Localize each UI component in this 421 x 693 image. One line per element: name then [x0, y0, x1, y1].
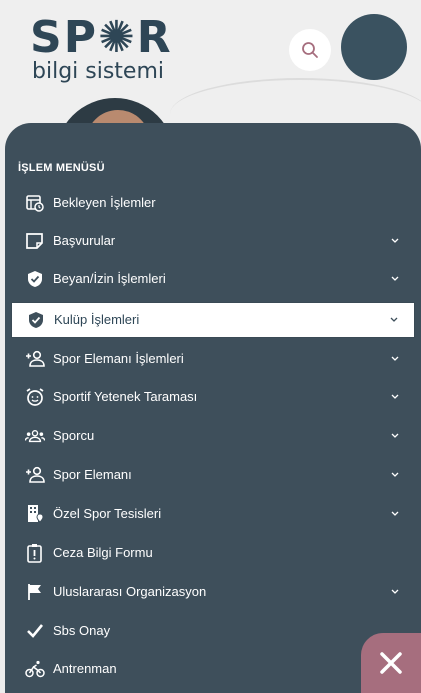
- menu-item-label: Kulüp İşlemleri: [54, 312, 140, 327]
- user-plus-icon: [25, 349, 45, 369]
- menu-item-label: Beyan/İzin İşlemleri: [53, 271, 166, 286]
- menu-item-spor-elemani[interactable]: Spor Elemanı: [5, 456, 421, 494]
- close-icon: [380, 652, 402, 674]
- menu-item-ozel-spor-tesisleri[interactable]: Özel Spor Tesisleri: [5, 495, 421, 533]
- calendar-clock-icon: [25, 193, 45, 213]
- chevron-down-icon: [391, 589, 399, 594]
- menu-item-uluslararasi-organizasyon[interactable]: Uluslararası Organizasyon: [5, 573, 421, 611]
- menu-item-ceza-bilgi-formu[interactable]: Ceza Bilgi Formu: [5, 534, 421, 572]
- side-menu: İŞLEM MENÜSÜ Bekleyen İşlemler Başvurula…: [5, 123, 421, 693]
- close-menu-button[interactable]: [361, 633, 421, 693]
- chevron-down-icon: [391, 511, 399, 516]
- menu-heading: İŞLEM MENÜSÜ: [18, 162, 105, 174]
- menu-item-label: Sporcu: [53, 428, 95, 443]
- building-pin-icon: [25, 504, 45, 524]
- document-edit-icon: [25, 231, 45, 251]
- chevron-down-icon: [391, 433, 399, 438]
- menu-item-basvurular[interactable]: Başvurular: [5, 222, 421, 260]
- users-icon: [25, 426, 45, 446]
- app-header: SP✺R bilgi sistemi: [0, 0, 421, 178]
- menu-item-label: Özel Spor Tesisleri: [53, 506, 162, 521]
- logo-subtitle: bilgi sistemi: [32, 59, 164, 84]
- menu-item-label: Spor Elemanı İşlemleri: [53, 351, 184, 366]
- menu-item-label: Spor Elemanı: [53, 467, 132, 482]
- clipboard-alert-icon: [25, 543, 45, 563]
- menu-item-label: Bekleyen İşlemler: [53, 195, 156, 210]
- cyclist-icon: [25, 659, 45, 679]
- menu-item-sbs-onay[interactable]: Sbs Onay: [5, 612, 421, 650]
- chevron-down-icon: [391, 394, 399, 399]
- chevron-down-icon: [390, 317, 398, 322]
- search-button[interactable]: [289, 29, 331, 71]
- menu-item-bekleyen-islemler[interactable]: Bekleyen İşlemler: [5, 184, 421, 222]
- flag-icon: [25, 582, 45, 602]
- menu-item-sportif-yetenek[interactable]: Sportif Yetenek Taraması: [5, 378, 421, 416]
- user-plus-icon: [25, 465, 45, 485]
- menu-item-label: Ceza Bilgi Formu: [53, 545, 153, 560]
- shield-check-icon: [26, 310, 46, 330]
- menu-item-antrenman[interactable]: Antrenman: [5, 650, 421, 688]
- app-logo[interactable]: SP✺R bilgi sistemi: [30, 16, 210, 86]
- search-icon: [302, 42, 318, 58]
- user-avatar[interactable]: [341, 14, 407, 80]
- chevron-down-icon: [391, 356, 399, 361]
- shield-check-icon: [25, 269, 45, 289]
- menu-item-sporcu[interactable]: Sporcu: [5, 417, 421, 455]
- menu-item-label: Uluslararası Organizasyon: [53, 584, 207, 599]
- menu-item-kulup-islemleri[interactable]: Kulüp İşlemleri: [11, 302, 415, 338]
- chevron-down-icon: [391, 276, 399, 281]
- logo-title: SP✺R: [30, 12, 173, 63]
- menu-item-beyan-izin[interactable]: Beyan/İzin İşlemleri: [5, 260, 421, 298]
- menu-item-label: Sportif Yetenek Taraması: [53, 389, 198, 404]
- menu-item-label: Sbs Onay: [53, 623, 111, 638]
- chevron-down-icon: [391, 472, 399, 477]
- menu-item-label: Antrenman: [53, 661, 117, 676]
- menu-item-label: Başvurular: [53, 233, 116, 248]
- menu-item-spor-elemani-islemleri[interactable]: Spor Elemanı İşlemleri: [5, 340, 421, 378]
- alarm-face-icon: [25, 387, 45, 407]
- checkmark-icon: [25, 621, 45, 641]
- chevron-down-icon: [391, 238, 399, 243]
